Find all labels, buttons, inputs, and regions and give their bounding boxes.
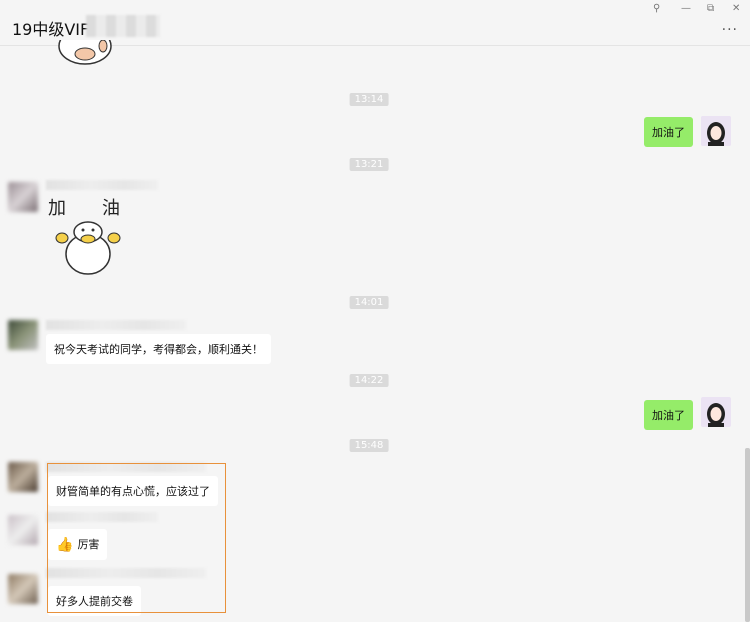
blurred-username — [46, 320, 186, 330]
sticker-text-2: 油 — [102, 198, 120, 219]
user-avatar[interactable] — [8, 574, 38, 604]
user-avatar[interactable] — [8, 462, 38, 492]
message-bubble-self[interactable]: 加油了 — [644, 117, 693, 147]
timestamp: 13:21 — [349, 158, 389, 171]
timestamp: 15:48 — [349, 439, 389, 452]
sticker-text-1: 加 — [48, 198, 66, 219]
timestamp: 14:01 — [349, 296, 389, 309]
blurred-title-suffix — [86, 15, 160, 37]
user-avatar[interactable] — [8, 320, 38, 350]
timestamp: 14:22 — [349, 374, 389, 387]
user-avatar[interactable] — [8, 515, 38, 545]
chat-title: 19中级VIF — [12, 20, 90, 39]
message-bubble-self[interactable]: 加油了 — [644, 400, 693, 430]
pin-icon[interactable]: ⚲ — [653, 3, 660, 14]
minimize-button[interactable]: — — [681, 3, 691, 14]
message-bubble-other[interactable]: 祝今天考试的同学，考得都会，顺利通关！ — [46, 334, 271, 364]
blurred-username — [46, 180, 158, 190]
highlight-box — [47, 463, 226, 613]
user-avatar[interactable] — [8, 182, 38, 212]
self-avatar[interactable] — [701, 116, 731, 146]
self-avatar[interactable] — [701, 397, 731, 427]
scrollbar[interactable] — [745, 448, 750, 622]
timestamp: 13:14 — [349, 93, 389, 106]
jiayou-sticker: 加 油 — [48, 198, 121, 275]
more-options-icon[interactable]: ··· — [722, 22, 738, 38]
restore-button[interactable]: ⧉ — [707, 3, 714, 14]
close-button[interactable]: ✕ — [732, 3, 740, 14]
